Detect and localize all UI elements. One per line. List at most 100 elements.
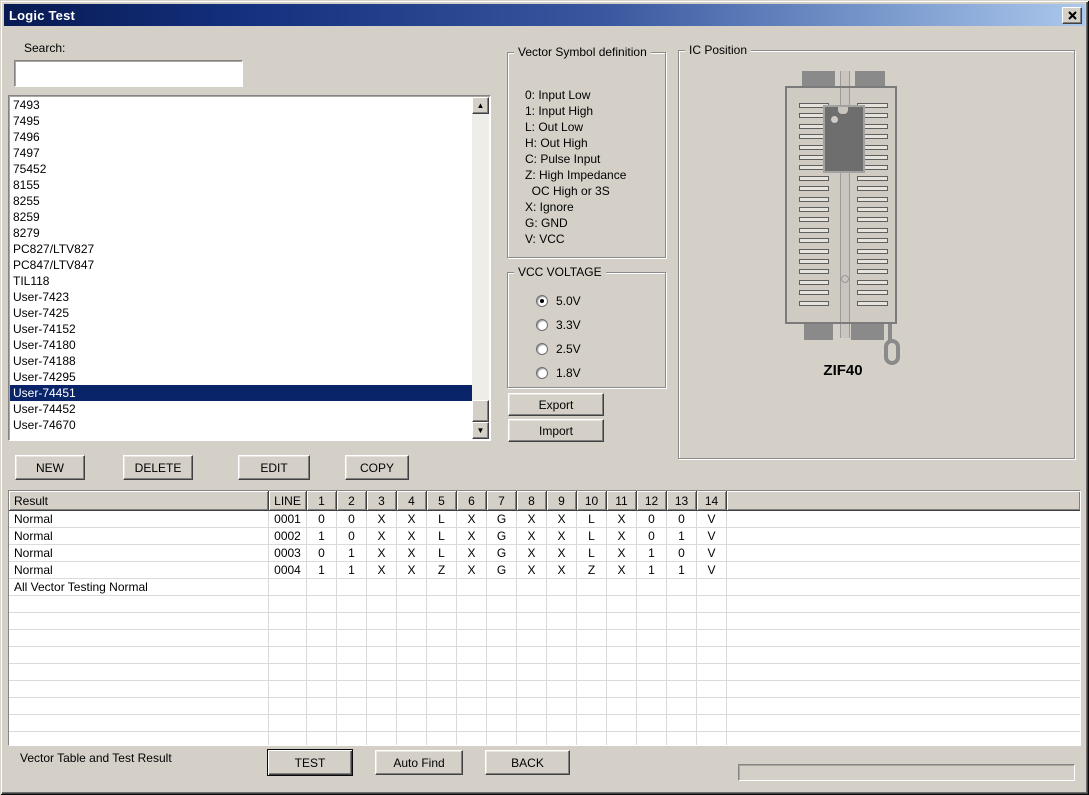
ic-listbox[interactable]: 7493749574967497754528155825582598279PC8… [8,95,491,441]
table-row[interactable]: Normal000301XXLXGXXLX10V [9,545,1080,562]
list-item[interactable]: User-74180 [10,337,472,353]
list-item[interactable]: User-74670 [10,417,472,433]
socket-top-tab-right [855,71,885,86]
list-item[interactable]: 7495 [10,113,472,129]
export-button[interactable]: Export [508,393,604,416]
vcc-option-3.3V[interactable]: 3.3V [536,313,581,337]
empty-row[interactable] [9,613,1080,630]
empty-row[interactable] [9,596,1080,613]
column-header[interactable]: 1 [307,491,337,511]
column-header[interactable]: 10 [577,491,607,511]
new-button[interactable]: NEW [15,455,85,480]
vector-cell [337,596,367,612]
list-item[interactable]: 8255 [10,193,472,209]
vector-cell [487,613,517,629]
result-cell: All Vector Testing Normal [9,579,269,595]
column-header[interactable]: 2 [337,491,367,511]
empty-row[interactable] [9,647,1080,664]
list-item[interactable]: PC827/LTV827 [10,241,472,257]
radio-icon[interactable] [536,295,548,307]
column-header[interactable]: 9 [547,491,577,511]
list-item[interactable]: 75452 [10,161,472,177]
vcc-voltage-title: VCC VOLTAGE [514,265,606,279]
vcc-option-5.0V[interactable]: 5.0V [536,289,581,313]
list-item[interactable]: User-74188 [10,353,472,369]
vector-cell: X [367,562,397,578]
column-header[interactable]: 8 [517,491,547,511]
search-input[interactable] [14,60,243,87]
vector-cell [337,579,367,595]
radio-icon[interactable] [536,343,548,355]
vcc-option-2.5V[interactable]: 2.5V [536,337,581,361]
edit-button[interactable]: EDIT [238,455,310,480]
list-item[interactable]: User-7423 [10,289,472,305]
vector-cell [517,579,547,595]
import-button[interactable]: Import [508,419,604,442]
back-button[interactable]: BACK [485,750,570,775]
scroll-down-button[interactable]: ▼ [472,422,489,439]
auto-find-button[interactable]: Auto Find [375,750,463,775]
socket-channel-bottom [840,324,850,338]
list-item[interactable]: 7496 [10,129,472,145]
result-table[interactable]: ResultLINE1234567891011121314 Normal0001… [8,490,1081,746]
vcc-option-1.8V[interactable]: 1.8V [536,361,581,385]
list-item[interactable]: PC847/LTV847 [10,257,472,273]
column-header[interactable]: 13 [667,491,697,511]
radio-icon[interactable] [536,367,548,379]
empty-row[interactable] [9,732,1080,746]
result-cell: Normal [9,528,269,544]
list-item[interactable]: User-74451 [10,385,472,401]
list-item[interactable]: User-7425 [10,305,472,321]
list-item[interactable]: User-74152 [10,321,472,337]
list-item[interactable]: 8259 [10,209,472,225]
pin-slot [857,217,888,222]
list-item[interactable]: 8155 [10,177,472,193]
column-header[interactable]: 4 [397,491,427,511]
list-item[interactable]: User-74452 [10,401,472,417]
pin-slot [857,176,888,181]
vector-cell: X [547,528,577,544]
vector-cell [487,579,517,595]
radio-icon[interactable] [536,319,548,331]
title-bar[interactable]: Logic Test [4,4,1085,26]
pin-slot [799,197,829,202]
delete-button[interactable]: DELETE [123,455,193,480]
column-header[interactable]: 3 [367,491,397,511]
list-item[interactable]: 8279 [10,225,472,241]
list-scrollbar[interactable]: ▲ ▼ [472,97,489,439]
ic-position-groupbox: IC Position ZIF40 [678,50,1075,459]
socket-top-tab-left [802,71,835,86]
close-button[interactable] [1062,7,1082,24]
empty-row[interactable] [9,664,1080,681]
column-header[interactable]: 14 [697,491,727,511]
column-header[interactable]: 11 [607,491,637,511]
summary-row[interactable]: All Vector Testing Normal [9,579,1080,596]
result-cell: Normal [9,511,269,527]
scroll-thumb[interactable] [472,400,489,422]
vector-cell [457,630,487,646]
empty-row[interactable] [9,681,1080,698]
column-header[interactable]: 12 [637,491,667,511]
test-button[interactable]: TEST [267,749,353,776]
list-item[interactable]: 7497 [10,145,472,161]
column-header[interactable]: 5 [427,491,457,511]
column-header[interactable]: LINE [269,491,307,511]
list-item[interactable]: TIL118 [10,273,472,289]
scroll-up-button[interactable]: ▲ [472,97,489,114]
list-item[interactable]: 7493 [10,97,472,113]
column-header[interactable]: 6 [457,491,487,511]
line-cell [269,596,307,612]
empty-row[interactable] [9,630,1080,647]
table-row[interactable]: Normal000411XXZXGXXZX11V [9,562,1080,579]
empty-row[interactable] [9,698,1080,715]
table-row[interactable]: Normal000210XXLXGXXLX01V [9,528,1080,545]
vector-cell [427,630,457,646]
empty-row[interactable] [9,715,1080,732]
line-cell [269,613,307,629]
list-item[interactable]: User-74295 [10,369,472,385]
copy-button[interactable]: COPY [345,455,409,480]
column-header[interactable]: Result [9,491,269,511]
table-row[interactable]: Normal000100XXLXGXXLX00V [9,511,1080,528]
zif-socket [785,86,897,324]
column-header[interactable]: 7 [487,491,517,511]
